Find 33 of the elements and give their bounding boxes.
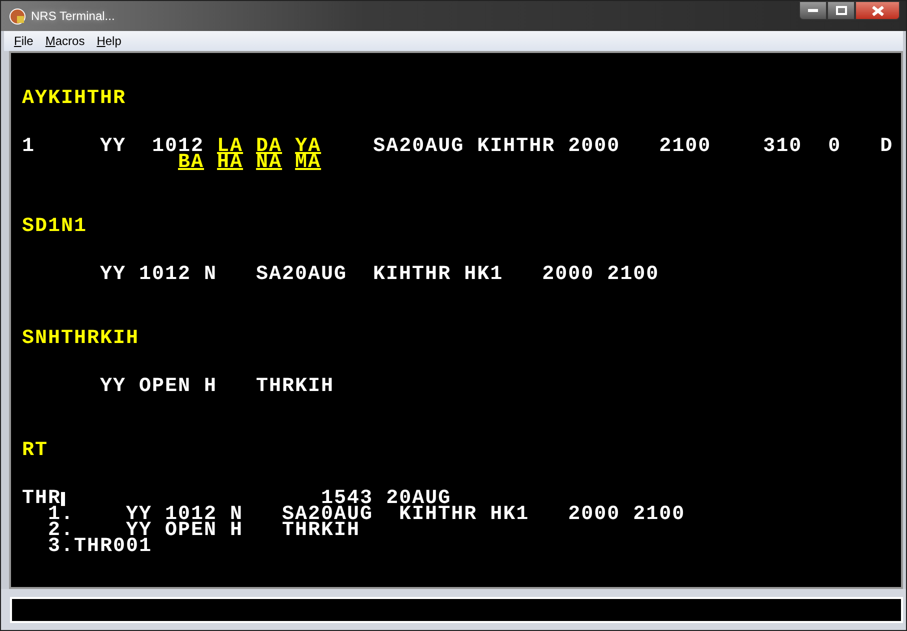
terminal-heading: AYKIHTHR: [22, 91, 126, 107]
terminal-heading: RT: [22, 443, 48, 459]
menu-item[interactable]: File: [10, 34, 38, 48]
maximize-icon: [836, 6, 846, 15]
link[interactable]: DA: [256, 139, 282, 155]
terminal-text: THR: [22, 491, 62, 507]
terminal-text: 2. YY OPEN H THRKIH: [47, 523, 360, 539]
terminal-text: YY 1012 N SA20AUG KIHTHR HK1 2000 2100: [99, 267, 660, 283]
link[interactable]: LA: [217, 139, 244, 155]
link[interactable]: HA: [217, 155, 244, 171]
terminal-text: 1. YY 1012 N SA20AUG KIHTHR HK1 2000 2100: [47, 507, 686, 523]
terminal-text: 1543 20AUG: [321, 491, 452, 507]
command-field[interactable]: [10, 596, 903, 622]
link[interactable]: MA: [295, 155, 322, 171]
menu-item[interactable]: Macros: [41, 34, 89, 48]
maximize-button[interactable]: [827, 1, 855, 20]
app-icon: [9, 8, 26, 24]
terminal-text: 3.THR001: [47, 539, 152, 555]
link[interactable]: BA: [178, 155, 204, 171]
minimize-icon: [808, 9, 818, 12]
terminal-heading: SNHTHRKIH: [22, 331, 140, 347]
terminal-text: SA20AUG KIHTHR 2000 2100 310 0 D: [372, 139, 894, 155]
terminal-heading: SD1N1: [22, 219, 88, 235]
cursor-icon: [61, 492, 66, 506]
link[interactable]: NA: [256, 155, 282, 171]
terminal-text: 1 YY 1012: [22, 139, 204, 155]
window-title: NRS Terminal...: [31, 9, 115, 23]
close-icon: [872, 6, 884, 16]
terminal-text: YY OPEN H THRKIH: [99, 379, 334, 395]
close-button[interactable]: [855, 1, 900, 20]
menu-item[interactable]: Help: [92, 34, 126, 48]
minimize-button[interactable]: [799, 1, 827, 20]
link[interactable]: YA: [295, 139, 322, 155]
